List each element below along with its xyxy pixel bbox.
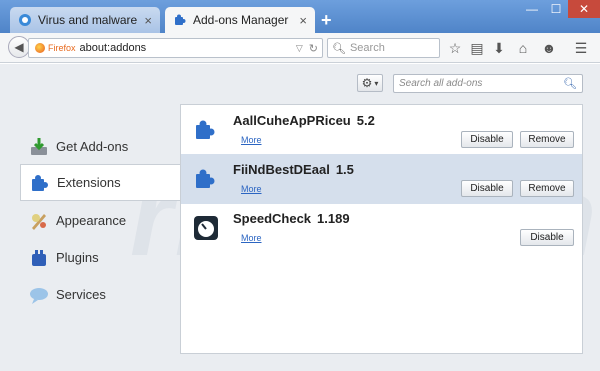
firefox-logo-icon (35, 43, 45, 53)
navigation-toolbar: ◀ Firefox about:addons ▽ ↻ 🔍︎ Search ☆ ▤… (0, 33, 600, 63)
plugins-icon (32, 249, 46, 266)
identity-label: Firefox (48, 43, 76, 53)
category-label: Get Add-ons (56, 139, 129, 154)
url-bar[interactable]: Firefox about:addons ▽ ↻ (28, 38, 323, 58)
minimize-button[interactable]: — (520, 0, 544, 18)
category-label: Appearance (56, 213, 127, 228)
addon-name: FiiNdBestDEaal 1.5 (233, 162, 354, 177)
addon-list: AallCuheApPRiceu 5.2 More Disable Remove … (180, 104, 583, 354)
extensions-icon (32, 174, 48, 191)
remove-button[interactable]: Remove (520, 131, 574, 148)
back-button[interactable]: ◀ (8, 36, 30, 58)
gear-icon: ⚙ (361, 76, 373, 90)
web-search-input[interactable]: 🔍︎ Search (327, 38, 440, 58)
site-identity[interactable]: Firefox (29, 43, 80, 53)
bookmark-star-icon[interactable]: ☆ (447, 40, 463, 56)
more-link[interactable]: More (241, 184, 262, 194)
category-services[interactable]: Services (20, 276, 180, 313)
appearance-icon (32, 213, 46, 230)
addon-search-input[interactable]: Search all add-ons 🔍︎ (393, 74, 583, 93)
category-plugins[interactable]: Plugins (20, 239, 180, 276)
search-placeholder: Search (349, 42, 385, 54)
close-tab-icon[interactable]: × (299, 13, 307, 28)
addon-version: 1.5 (335, 162, 354, 177)
disable-button[interactable]: Disable (461, 131, 513, 148)
chat-icon[interactable]: ☻ (541, 40, 557, 56)
addon-name: AallCuheApPRiceu 5.2 (233, 113, 375, 128)
speedometer-icon (194, 216, 218, 240)
tab-label: Add-ons Manager (193, 13, 289, 27)
title-bar: Virus and malware removal... × Add-ons M… (0, 0, 600, 33)
home-icon[interactable]: ⌂ (515, 40, 531, 56)
category-extensions[interactable]: Extensions (20, 164, 180, 201)
search-icon[interactable]: 🔍︎ (563, 77, 577, 90)
new-tab-button[interactable]: + (321, 10, 332, 31)
tools-menu-button[interactable]: ⚙ ▾ (357, 74, 383, 92)
services-icon (30, 287, 48, 304)
close-window-button[interactable]: ✕ (568, 0, 600, 18)
disable-button[interactable]: Disable (461, 180, 513, 197)
tab-virus-removal[interactable]: Virus and malware removal... × (10, 7, 160, 33)
back-arrow-icon: ◀ (14, 40, 24, 54)
more-link[interactable]: More (241, 233, 262, 243)
search-icon: 🔍︎ (332, 42, 346, 55)
tab-addons-manager[interactable]: Add-ons Manager × (165, 7, 315, 33)
category-appearance[interactable]: Appearance (20, 202, 180, 239)
addon-row[interactable]: FiiNdBestDEaal 1.5 More Disable Remove (181, 154, 582, 204)
disable-button[interactable]: Disable (520, 229, 574, 246)
addons-manager-page: risk.com ⚙▾ Search all add-ons 🔍︎ Get Ad… (0, 64, 600, 371)
close-tab-icon[interactable]: × (144, 13, 152, 28)
addon-version: 1.189 (317, 211, 350, 226)
puzzle-piece-icon (196, 120, 215, 139)
puzzle-piece-icon (175, 14, 186, 25)
menu-icon[interactable]: ☰ (573, 40, 589, 56)
chevron-down-icon: ▾ (374, 78, 379, 88)
site-favicon-icon (19, 14, 31, 26)
category-label: Plugins (56, 250, 99, 265)
url-text[interactable]: about:addons (80, 42, 294, 54)
remove-button[interactable]: Remove (520, 180, 574, 197)
addon-search-placeholder: Search all add-ons (399, 78, 483, 89)
addon-row[interactable]: SpeedCheck 1.189 More Disable (181, 203, 582, 253)
reload-icon[interactable]: ↻ (305, 42, 322, 55)
category-label: Services (56, 287, 106, 302)
more-link[interactable]: More (241, 135, 262, 145)
addon-row[interactable]: AallCuheApPRiceu 5.2 More Disable Remove (181, 105, 582, 155)
addon-name: SpeedCheck 1.189 (233, 211, 350, 226)
category-get-addons[interactable]: Get Add-ons (20, 128, 180, 165)
url-dropdown-icon[interactable]: ▽ (294, 43, 305, 54)
download-icon[interactable]: ⬇ (491, 40, 507, 56)
category-label: Extensions (57, 175, 121, 190)
bookmarks-list-icon[interactable]: ▤ (469, 40, 485, 56)
get-addons-icon (31, 137, 47, 155)
addon-version: 5.2 (356, 113, 375, 128)
maximize-button[interactable]: ☐ (544, 0, 568, 18)
puzzle-piece-icon (196, 169, 215, 188)
tab-label: Virus and malware removal... (38, 13, 140, 27)
